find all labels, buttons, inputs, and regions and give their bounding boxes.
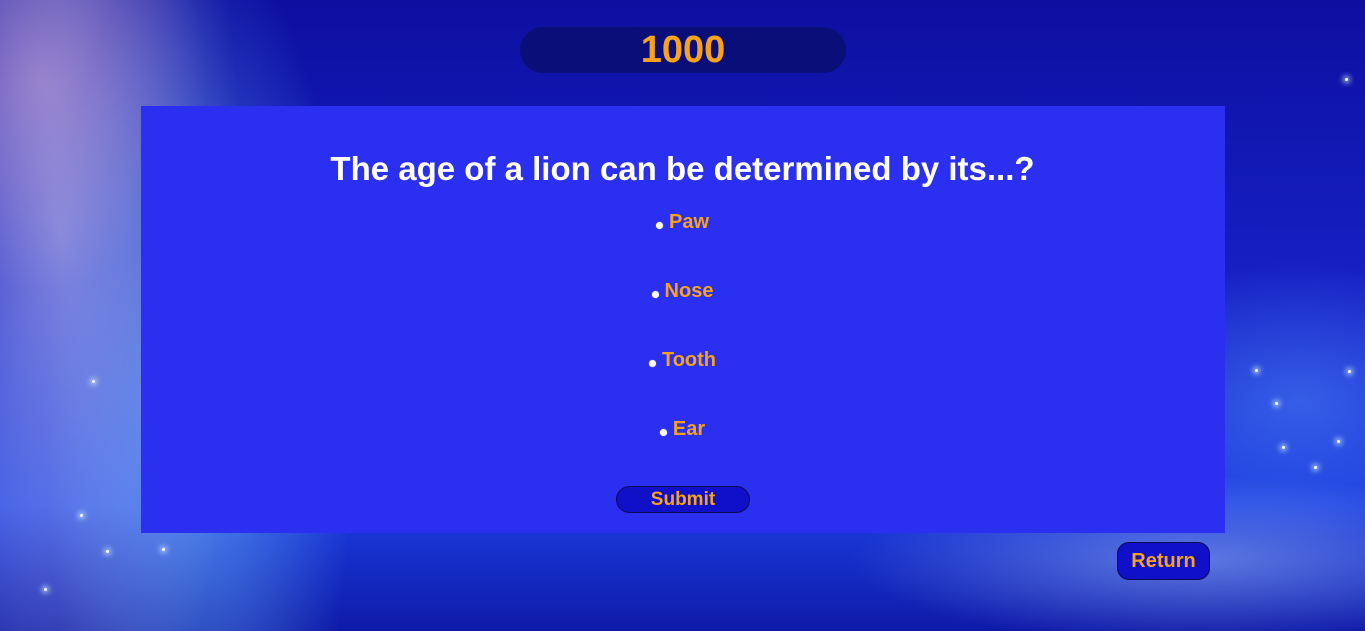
radio-button-icon[interactable] [659, 428, 667, 436]
question-text: The age of a lion can be determined by i… [330, 150, 1035, 187]
score-display: 1000 [520, 27, 846, 73]
return-button[interactable]: Return [1117, 542, 1210, 580]
answer-option-ear[interactable]: Ear [0, 417, 1365, 441]
answer-option-tooth[interactable]: Tooth [0, 348, 1365, 372]
radio-button-icon[interactable] [651, 290, 659, 298]
background-star [44, 588, 47, 591]
answer-option-paw[interactable]: Paw [0, 210, 1365, 234]
background-star [92, 380, 95, 383]
submit-button[interactable]: Submit [616, 486, 750, 513]
background-star [162, 548, 165, 551]
answer-option-nose[interactable]: Nose [0, 279, 1365, 303]
background-star [1345, 78, 1348, 81]
answer-option-label[interactable]: Tooth [662, 348, 716, 372]
answer-option-label[interactable]: Ear [673, 417, 705, 441]
background-star [1314, 466, 1317, 469]
background-star [1282, 446, 1285, 449]
score-value: 1000 [640, 29, 726, 71]
background-star [80, 514, 83, 517]
answer-option-label[interactable]: Nose [665, 279, 714, 303]
background-star [106, 550, 109, 553]
radio-button-icon[interactable] [655, 221, 663, 229]
radio-button-icon[interactable] [648, 359, 656, 367]
answer-option-label[interactable]: Paw [669, 210, 709, 234]
background-star [1275, 402, 1278, 405]
